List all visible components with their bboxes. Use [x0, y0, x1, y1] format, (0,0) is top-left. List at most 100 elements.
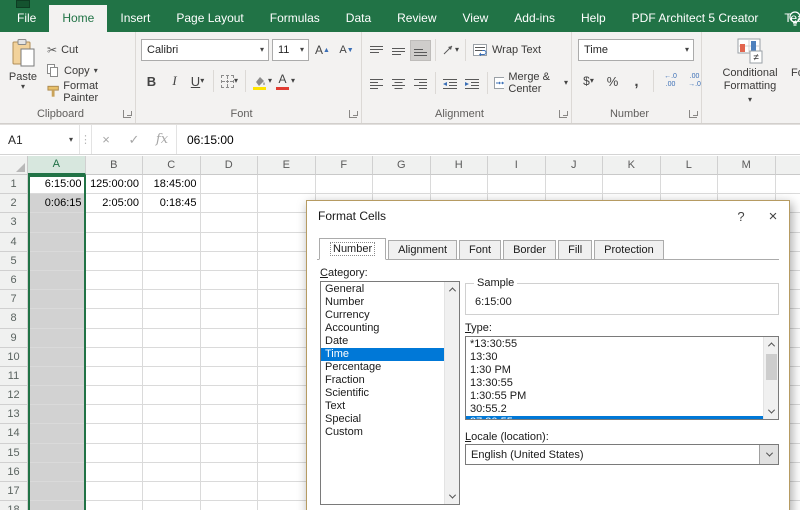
row-header-13[interactable]: 13	[0, 405, 28, 425]
tab-pdf-architect-5-creator[interactable]: PDF Architect 5 Creator	[619, 5, 772, 32]
tab-view[interactable]: View	[450, 5, 502, 32]
category-scrollbar[interactable]	[444, 282, 459, 504]
cell-I1[interactable]	[488, 175, 546, 195]
alignment-dialog-launcher-icon[interactable]	[559, 110, 567, 118]
cell-K1[interactable]	[603, 175, 661, 195]
cell-A12[interactable]	[28, 386, 86, 406]
comma-style-button[interactable]: ,	[626, 71, 647, 92]
cell-A6[interactable]	[28, 270, 86, 291]
cell-C16[interactable]	[143, 462, 201, 482]
cell-D12[interactable]	[200, 386, 258, 406]
orientation-button[interactable]: ▾	[440, 40, 461, 61]
cell-A18[interactable]	[28, 501, 86, 510]
tab-add-ins[interactable]: Add-ins	[501, 5, 568, 32]
align-right-button[interactable]	[410, 73, 431, 94]
scroll-up-icon[interactable]	[445, 282, 459, 297]
cell-A13[interactable]	[28, 405, 86, 425]
cell-B15[interactable]	[85, 443, 143, 463]
clipboard-dialog-launcher-icon[interactable]	[123, 110, 131, 118]
category-item-fraction[interactable]: Fraction	[321, 374, 444, 387]
cell-C12[interactable]	[143, 386, 201, 406]
column-header-F[interactable]: F	[315, 156, 373, 175]
row-header-9[interactable]: 9	[0, 328, 28, 348]
cell-A14[interactable]	[28, 424, 86, 444]
cell-H1[interactable]	[430, 175, 488, 195]
cell-A17[interactable]	[28, 482, 86, 502]
column-header-I[interactable]: I	[488, 156, 546, 175]
cell-C18[interactable]	[143, 501, 201, 510]
cell-D16[interactable]	[200, 462, 258, 482]
cell-C11[interactable]	[143, 366, 201, 387]
cell-D5[interactable]	[200, 251, 258, 271]
cell-C8[interactable]	[143, 309, 201, 329]
cell-A5[interactable]	[28, 251, 86, 271]
dialog-help-button[interactable]: ?	[725, 201, 757, 231]
column-header-A[interactable]: A	[28, 156, 86, 175]
insert-function-icon[interactable]: fx	[148, 132, 176, 147]
cell-C14[interactable]	[143, 424, 201, 444]
cell-F1[interactable]	[315, 175, 373, 195]
cell-B7[interactable]	[85, 290, 143, 310]
type-item-1-30-pm[interactable]: 1:30 PM	[466, 364, 763, 377]
row-header-17[interactable]: 17	[0, 482, 28, 502]
decrease-font-size-button[interactable]: A ▼	[336, 40, 357, 61]
cell-A8[interactable]	[28, 309, 86, 329]
row-header-3[interactable]: 3	[0, 213, 28, 233]
cell-C5[interactable]	[143, 251, 201, 271]
underline-button[interactable]: U ▾	[187, 71, 208, 92]
cell-B6[interactable]	[85, 270, 143, 291]
increase-indent-button[interactable]	[462, 73, 483, 94]
dialog-tab-fill[interactable]: Fill	[558, 240, 593, 260]
font-name-combobox[interactable]: Calibri ▾	[141, 39, 269, 61]
tab-insert[interactable]: Insert	[107, 5, 163, 32]
cut-button[interactable]: ✂ Cut	[44, 39, 135, 60]
row-header-4[interactable]: 4	[0, 232, 28, 252]
scroll-up-icon[interactable]	[764, 337, 778, 352]
cell-B16[interactable]	[85, 462, 143, 482]
enter-icon[interactable]: ✓	[120, 132, 148, 148]
locale-dropdown[interactable]: English (United States)	[465, 444, 779, 465]
column-header-B[interactable]: B	[85, 156, 143, 175]
cell-E1[interactable]	[258, 175, 316, 195]
formula-bar-grip[interactable]: ⋮	[80, 125, 92, 154]
cell-C1[interactable]: 18:45:00	[143, 175, 201, 195]
category-item-date[interactable]: Date	[321, 335, 444, 348]
row-header-11[interactable]: 11	[0, 366, 28, 387]
column-header-L[interactable]: L	[660, 156, 718, 175]
cell-C3[interactable]	[143, 213, 201, 233]
align-left-button[interactable]	[366, 73, 387, 94]
type-item-13-30[interactable]: 13:30	[466, 351, 763, 364]
category-item-percentage[interactable]: Percentage	[321, 361, 444, 374]
cell-A16[interactable]	[28, 462, 86, 482]
tab-help[interactable]: Help	[568, 5, 619, 32]
cell-B11[interactable]	[85, 366, 143, 387]
row-header-2[interactable]: 2	[0, 194, 28, 214]
tab-data[interactable]: Data	[333, 5, 384, 32]
percent-style-button[interactable]: %	[602, 71, 623, 92]
row-header-10[interactable]: 10	[0, 347, 28, 367]
column-header-E[interactable]: E	[258, 156, 316, 175]
cell-L1[interactable]	[660, 175, 718, 195]
scrollbar-thumb[interactable]	[766, 354, 777, 380]
type-scrollbar[interactable]	[763, 337, 778, 419]
cell-C7[interactable]	[143, 290, 201, 310]
cell-G1[interactable]	[373, 175, 431, 195]
cell-A2[interactable]: 0:06:15	[28, 194, 86, 214]
increase-font-size-button[interactable]: A ▲	[312, 40, 333, 61]
column-header-partial[interactable]	[775, 156, 800, 175]
column-header-J[interactable]: J	[545, 156, 603, 175]
cell-M1[interactable]	[718, 175, 776, 195]
align-bottom-button[interactable]	[410, 39, 431, 61]
cell-A3[interactable]	[28, 213, 86, 233]
cell-C2[interactable]: 0:18:45	[143, 194, 201, 214]
cell-D15[interactable]	[200, 443, 258, 463]
cell-C9[interactable]	[143, 328, 201, 348]
cell-D14[interactable]	[200, 424, 258, 444]
cell-B3[interactable]	[85, 213, 143, 233]
column-header-K[interactable]: K	[603, 156, 661, 175]
cell-B4[interactable]	[85, 232, 143, 252]
cell-D1[interactable]	[200, 175, 258, 195]
dialog-tab-alignment[interactable]: Alignment	[388, 240, 458, 260]
cell-B9[interactable]	[85, 328, 143, 348]
type-item-30-55-2[interactable]: 30:55.2	[466, 403, 763, 416]
